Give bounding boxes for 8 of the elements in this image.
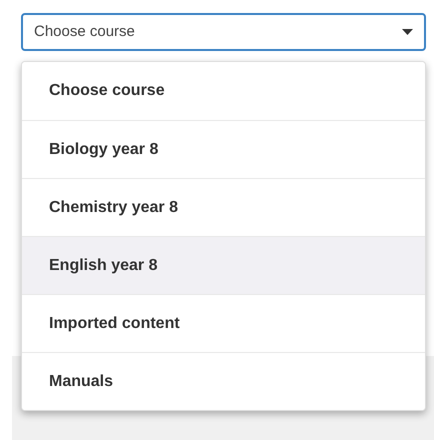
menu-item[interactable]: Chemistry year 8 xyxy=(22,178,425,236)
course-select[interactable]: Choose course xyxy=(21,13,426,51)
menu-item[interactable]: Biology year 8 xyxy=(22,120,425,178)
caret-icon xyxy=(402,29,413,35)
menu-item[interactable]: English year 8 xyxy=(22,236,425,294)
menu-item[interactable]: Imported content xyxy=(22,294,425,352)
menu-item[interactable]: Manuals xyxy=(22,352,425,410)
menu-item[interactable]: Choose course xyxy=(22,62,425,120)
